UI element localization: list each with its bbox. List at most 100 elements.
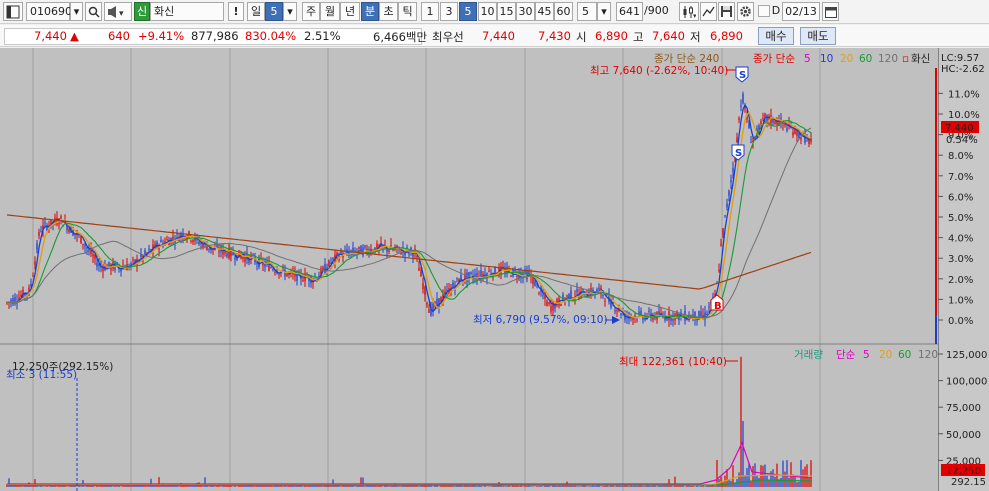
volume-bar	[628, 486, 630, 487]
interval-3-button[interactable]: 3	[440, 2, 458, 21]
candle-body	[274, 271, 276, 273]
interval-60-button[interactable]: 60	[554, 2, 573, 21]
interval-1-button[interactable]: 1	[421, 2, 439, 21]
volume-bar	[286, 486, 288, 487]
volume-bar	[388, 486, 390, 487]
candle-body	[228, 247, 230, 258]
candle-body	[576, 289, 578, 292]
volume-bar	[618, 485, 620, 487]
yearly-button[interactable]: 년	[340, 2, 360, 21]
minute-button[interactable]: 분	[361, 2, 379, 21]
hc-label: HC:-2.62	[941, 64, 985, 75]
volume-bar	[784, 471, 786, 487]
date-checkbox[interactable]	[758, 5, 770, 17]
interval-10-button[interactable]: 10	[478, 2, 497, 21]
date-input[interactable]: 02/13	[782, 2, 820, 21]
volume-bar	[758, 477, 760, 487]
interval-15-button[interactable]: 15	[497, 2, 516, 21]
volume-bar	[740, 356, 742, 487]
tick-button[interactable]: 틱	[398, 2, 417, 21]
daily-count-dropdown-icon[interactable]: ▾	[283, 2, 297, 21]
monthly-button[interactable]: 월	[320, 2, 340, 21]
price-volume-chart[interactable]: 11.0%10.0%9.0%8.0%7.0%6.0%5.0%4.0%3.0%2.…	[0, 48, 989, 491]
draw-tools-icon[interactable]	[700, 2, 717, 21]
volume-bar	[568, 485, 570, 487]
candle-body	[534, 280, 536, 287]
volume-bar	[586, 486, 588, 487]
count-dropdown-icon[interactable]: ▾	[597, 2, 611, 21]
volume-bar	[354, 486, 356, 487]
page-input[interactable]: 641	[616, 2, 643, 21]
code-dropdown-icon[interactable]: ▾	[70, 2, 83, 21]
volume-bar	[340, 486, 342, 487]
search-icon[interactable]	[85, 2, 102, 21]
legend-stock-name: 화신	[911, 53, 930, 65]
low-annotation: 최저 6,790 (9.57%, 09:10)	[473, 314, 608, 326]
candle-body	[738, 118, 740, 120]
volume-bar	[594, 486, 596, 487]
volume-bar	[576, 486, 578, 487]
daily-button[interactable]: 일	[247, 2, 265, 21]
volume-bar	[660, 485, 662, 487]
volume-bar	[752, 465, 754, 487]
price-change-pct: +9.41%	[138, 29, 185, 43]
stock-code-input[interactable]: 010690	[26, 2, 72, 21]
volume-bar	[46, 486, 48, 487]
candle-body	[792, 132, 794, 136]
candle-body	[542, 294, 544, 296]
volume-bar	[782, 460, 784, 487]
candle-body	[470, 272, 472, 274]
candle-settings-icon[interactable]: ▾	[679, 2, 699, 21]
volume-bar	[738, 472, 740, 487]
sell-button[interactable]: 매도	[800, 27, 836, 45]
volume-bar	[704, 486, 706, 487]
volume-bar	[254, 486, 256, 487]
price-axis-label: 2.0%	[948, 275, 973, 286]
open-price: 6,890	[595, 29, 628, 43]
volume-bar	[278, 485, 280, 487]
candle-body	[724, 215, 726, 217]
candle-body	[96, 262, 98, 267]
candle-body	[764, 113, 766, 118]
high-label: 고	[633, 30, 644, 44]
volume-bar	[22, 486, 24, 487]
candle-body	[40, 231, 42, 233]
stock-name-field[interactable]: 화신	[150, 2, 224, 21]
candle-body	[732, 168, 734, 173]
candle-body	[516, 276, 518, 278]
date-label: D	[771, 4, 781, 17]
warning-button[interactable]: !	[228, 2, 244, 21]
candle-body	[602, 294, 604, 296]
price-axis-label: 5.0%	[948, 213, 973, 224]
speaker-icon[interactable]: ▾	[104, 2, 132, 21]
second-button[interactable]: 초	[379, 2, 398, 21]
interval-30-button[interactable]: 30	[516, 2, 535, 21]
candle-body	[102, 267, 104, 272]
interval-45-button[interactable]: 45	[535, 2, 554, 21]
gear-icon[interactable]	[737, 2, 754, 21]
legend-vol-ma60: 60	[898, 349, 911, 361]
volume-bar	[560, 485, 562, 487]
legend-ma5: 5	[804, 53, 811, 65]
interval-5-button[interactable]: 5	[459, 2, 477, 21]
candle-body	[226, 253, 228, 257]
count-select[interactable]: 5	[577, 2, 597, 21]
volume-bar	[692, 485, 694, 487]
save-icon[interactable]	[718, 2, 735, 21]
candle-body	[666, 319, 668, 321]
volume-bar	[540, 485, 542, 487]
turnover-rate: 2.51%	[304, 29, 341, 43]
legend-ma-prefix: 종가 단순	[753, 53, 795, 65]
candle-body	[392, 249, 394, 251]
buy-button[interactable]: 매수	[758, 27, 794, 45]
legend-volume: 거래량	[794, 349, 823, 361]
weekly-button[interactable]: 주	[302, 2, 320, 21]
candle-body	[36, 243, 38, 250]
calendar-icon[interactable]	[822, 2, 839, 21]
volume-bar	[572, 485, 574, 487]
volume-bar	[126, 485, 128, 487]
volume-bar	[798, 481, 800, 487]
layout-icon[interactable]	[3, 2, 23, 21]
daily-count-value[interactable]: 5	[265, 2, 283, 21]
volume-bar	[790, 462, 792, 487]
